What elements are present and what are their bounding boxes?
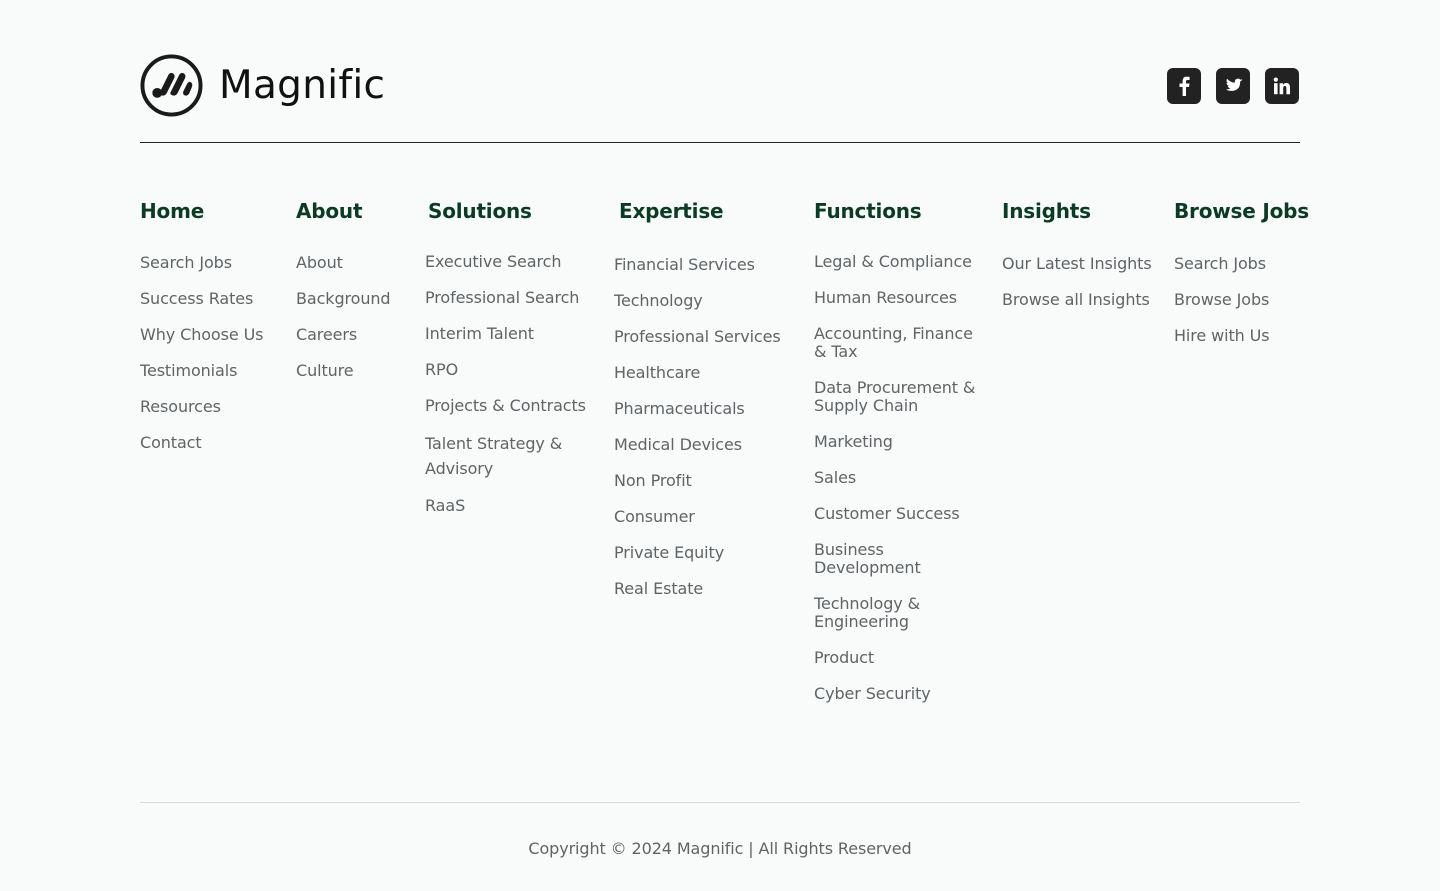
link-list-insights: Our Latest Insights Browse all Insights (1002, 253, 1167, 311)
link-about[interactable]: About (296, 252, 416, 274)
footer-column-home: Home Search Jobs Success Rates Why Choos… (140, 199, 290, 468)
link-talent-strategy-advisory[interactable]: Talent Strategy & Advisory (425, 431, 585, 481)
column-heading-expertise: Expertise (619, 199, 724, 223)
link-sales[interactable]: Sales (814, 469, 979, 487)
link-list-home: Search Jobs Success Rates Why Choose Us … (140, 252, 290, 454)
logo[interactable]: Magnific (140, 54, 385, 117)
magnific-logo-icon (140, 54, 203, 117)
linkedin-button[interactable] (1265, 68, 1299, 104)
twitter-icon (1225, 78, 1243, 91)
footer-column-browse-jobs: Browse Jobs Search Jobs Browse Jobs Hire… (1174, 199, 1309, 361)
link-private-equity[interactable]: Private Equity (614, 542, 804, 564)
brand-name: Magnific (219, 63, 386, 108)
link-pharmaceuticals[interactable]: Pharmaceuticals (614, 398, 804, 420)
link-raas[interactable]: RaaS (425, 495, 605, 517)
copyright-text: Copyright © 2024 Magnific | All Rights R… (528, 839, 912, 858)
column-heading-home: Home (140, 199, 205, 223)
link-contact[interactable]: Contact (140, 432, 290, 454)
link-consumer[interactable]: Consumer (614, 506, 804, 528)
column-heading-functions: Functions (814, 199, 922, 223)
link-real-estate[interactable]: Real Estate (614, 578, 804, 600)
link-human-resources[interactable]: Human Resources (814, 289, 979, 307)
footer-column-solutions: Solutions Executive Search Professional … (425, 199, 605, 531)
link-interim-talent[interactable]: Interim Talent (425, 323, 605, 345)
link-hire-with-us[interactable]: Hire with Us (1174, 325, 1300, 347)
footer-column-insights: Insights Our Latest Insights Browse all … (1002, 199, 1167, 325)
link-technology[interactable]: Technology (614, 290, 804, 312)
link-medical-devices[interactable]: Medical Devices (614, 434, 804, 456)
link-list-browse-jobs: Search Jobs Browse Jobs Hire with Us (1174, 253, 1300, 347)
twitter-button[interactable] (1216, 68, 1250, 104)
link-projects-contracts[interactable]: Projects & Contracts (425, 395, 605, 417)
link-careers[interactable]: Careers (296, 324, 416, 346)
link-list-solutions: Executive Search Professional Search Int… (425, 251, 605, 517)
link-accounting-finance-tax[interactable]: Accounting, Finance & Tax (814, 325, 979, 361)
facebook-icon (1179, 76, 1190, 96)
link-healthcare[interactable]: Healthcare (614, 362, 804, 384)
linkedin-icon (1273, 77, 1290, 95)
social-links (1167, 68, 1299, 104)
facebook-button[interactable] (1167, 68, 1201, 104)
link-list-expertise: Financial Services Technology Profession… (614, 254, 804, 600)
link-professional-search[interactable]: Professional Search (425, 287, 605, 309)
column-heading-browse-jobs: Browse Jobs (1174, 199, 1309, 223)
link-list-functions: Legal & Compliance Human Resources Accou… (814, 253, 979, 703)
link-our-latest-insights[interactable]: Our Latest Insights (1002, 253, 1167, 275)
link-non-profit[interactable]: Non Profit (614, 470, 804, 492)
link-browse-all-insights[interactable]: Browse all Insights (1002, 289, 1167, 311)
link-professional-services[interactable]: Professional Services (614, 326, 804, 348)
link-resources[interactable]: Resources (140, 396, 290, 418)
footer-divider (140, 802, 1300, 803)
link-legal-compliance[interactable]: Legal & Compliance (814, 253, 979, 271)
link-testimonials[interactable]: Testimonials (140, 360, 290, 382)
link-browse-jobs[interactable]: Browse Jobs (1174, 289, 1300, 311)
footer-column-expertise: Expertise Financial Services Technology … (614, 199, 804, 614)
column-heading-insights: Insights (1002, 199, 1091, 223)
link-culture[interactable]: Culture (296, 360, 416, 382)
link-executive-search[interactable]: Executive Search (425, 251, 605, 273)
footer-column-about: About About Background Careers Culture (296, 199, 416, 396)
link-business-development[interactable]: Business Development (814, 541, 979, 577)
link-search-jobs-2[interactable]: Search Jobs (1174, 253, 1300, 275)
link-marketing[interactable]: Marketing (814, 433, 979, 451)
link-customer-success[interactable]: Customer Success (814, 505, 979, 523)
link-technology-engineering[interactable]: Technology & Engineering (814, 595, 979, 631)
link-why-choose-us[interactable]: Why Choose Us (140, 324, 290, 346)
link-rpo[interactable]: RPO (425, 359, 605, 381)
link-product[interactable]: Product (814, 649, 979, 667)
link-financial-services[interactable]: Financial Services (614, 254, 804, 276)
link-data-procurement-supply-chain[interactable]: Data Procurement & Supply Chain (814, 379, 979, 415)
column-heading-about: About (296, 199, 363, 223)
link-success-rates[interactable]: Success Rates (140, 288, 290, 310)
site-header: Magnific (140, 54, 1300, 118)
header-divider (140, 142, 1300, 143)
link-cyber-security[interactable]: Cyber Security (814, 685, 979, 703)
link-background[interactable]: Background (296, 288, 416, 310)
link-list-about: About Background Careers Culture (296, 252, 416, 382)
footer-column-functions: Functions Legal & Compliance Human Resou… (814, 199, 979, 721)
link-search-jobs[interactable]: Search Jobs (140, 252, 290, 274)
column-heading-solutions: Solutions (428, 199, 532, 223)
